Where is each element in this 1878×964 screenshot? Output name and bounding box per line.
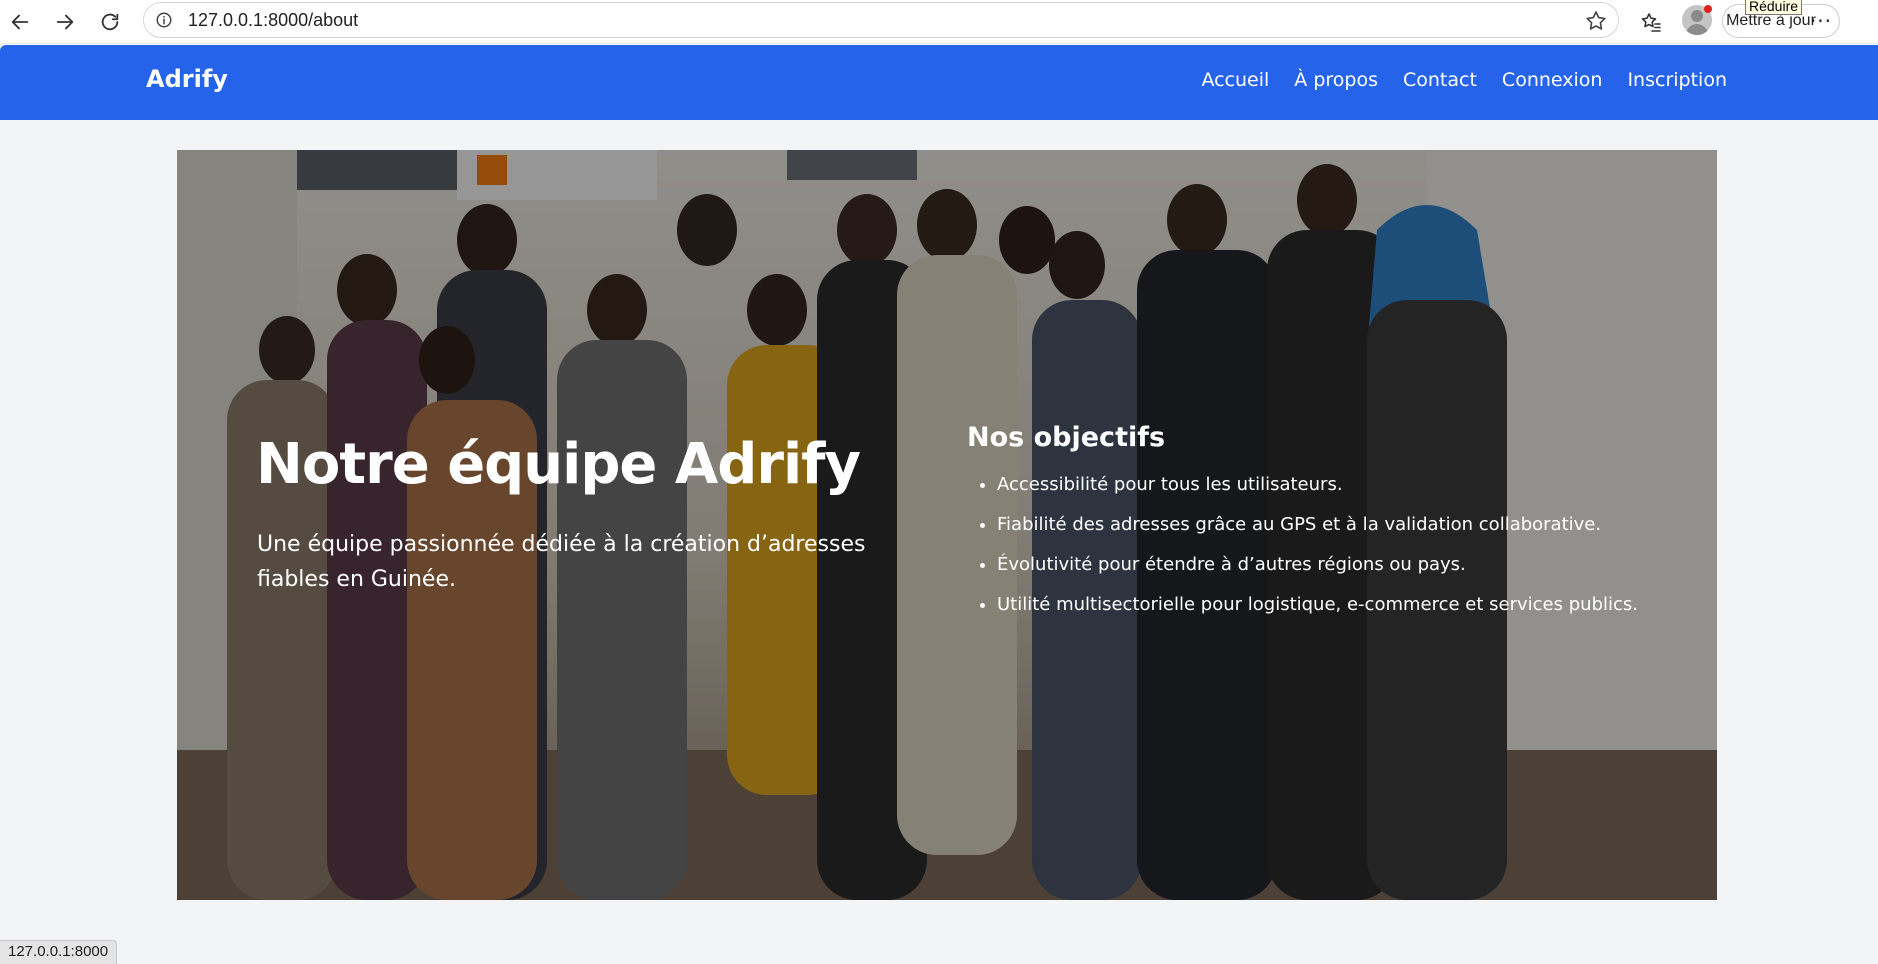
nav-link-contact[interactable]: Contact (1403, 69, 1477, 91)
address-bar[interactable]: 127.0.0.1:8000/about (143, 2, 1619, 38)
info-icon[interactable] (154, 10, 174, 30)
forward-button[interactable] (49, 6, 81, 38)
page-title: Notre équipe Adrify (256, 432, 861, 497)
objectives-block: Nos objectifs Accessibilité pour tous le… (967, 422, 1687, 625)
reload-icon (101, 13, 119, 31)
objective-item: Fiabilité des adresses grâce au GPS et à… (997, 505, 1687, 545)
status-bar: 127.0.0.1:8000 (0, 940, 118, 964)
browser-toolbar: 127.0.0.1:8000/about Mettre à jour ··· (0, 0, 1878, 44)
objectives-list: Accessibilité pour tous les utilisateurs… (967, 465, 1687, 625)
more-icon[interactable]: ··· (1808, 8, 1834, 34)
star-icon[interactable] (1584, 9, 1608, 33)
back-button[interactable] (4, 6, 36, 38)
nav-link-a-propos[interactable]: À propos (1294, 69, 1378, 91)
arrow-right-icon (56, 14, 74, 30)
nav-link-accueil[interactable]: Accueil (1201, 69, 1269, 91)
profile-head (1691, 10, 1703, 22)
objectives-title: Nos objectifs (967, 422, 1166, 453)
notification-dot (1704, 5, 1712, 13)
favorites-icon[interactable] (1637, 8, 1665, 36)
arrow-left-icon (11, 14, 29, 30)
brand-logo[interactable]: Adrify (146, 65, 228, 93)
reload-button[interactable] (94, 6, 126, 38)
nav-link-inscription[interactable]: Inscription (1627, 69, 1727, 91)
site-navbar: Adrify Accueil À propos Contact Connexio… (0, 45, 1878, 120)
hero-section: Notre équipe Adrify Une équipe passionné… (177, 150, 1717, 900)
nav-links: Accueil À propos Contact Connexion Inscr… (1201, 69, 1727, 91)
objective-item: Évolutivité pour étendre à d’autres régi… (997, 545, 1687, 585)
url-text[interactable]: 127.0.0.1:8000/about (188, 10, 358, 31)
objective-item: Utilité multisectorielle pour logistique… (997, 585, 1687, 625)
objective-item: Accessibilité pour tous les utilisateurs… (997, 465, 1687, 505)
hero-subtitle: Une équipe passionnée dédiée à la créati… (257, 532, 866, 592)
profile-body (1686, 24, 1708, 35)
tooltip: Réduire (1745, 0, 1803, 15)
nav-link-connexion[interactable]: Connexion (1502, 69, 1603, 91)
